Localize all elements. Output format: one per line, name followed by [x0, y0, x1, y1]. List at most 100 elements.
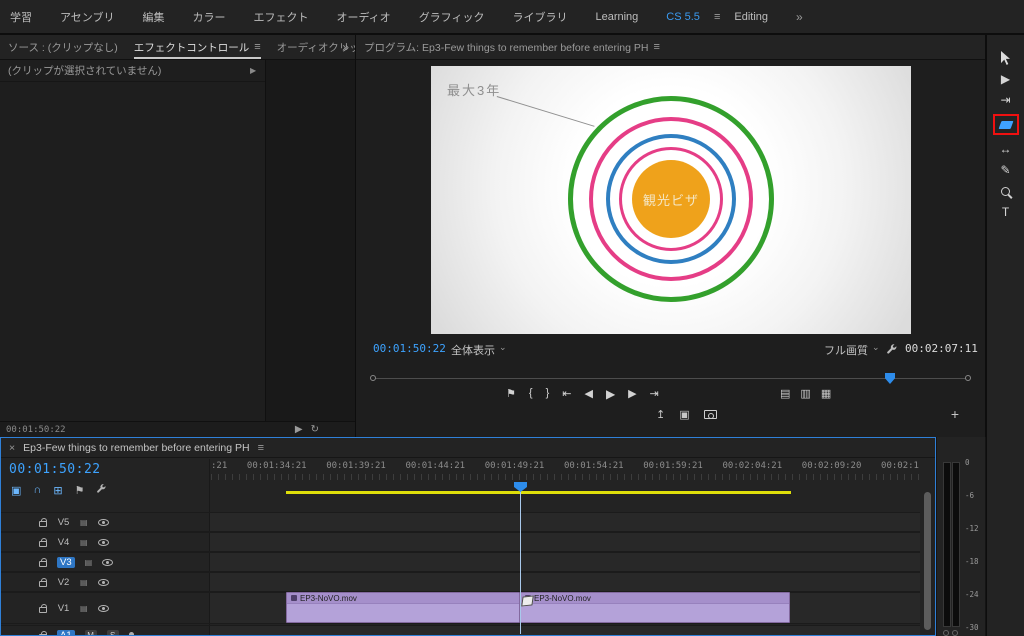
panel-menu-icon[interactable]: ≡ [254, 41, 260, 53]
razor-tool[interactable] [998, 118, 1013, 132]
step-forward-button[interactable]: ▶ [628, 387, 636, 401]
track-row-v2[interactable]: V2 ▤ [1, 572, 920, 592]
sync-lock-icon[interactable]: ▤ [80, 578, 88, 587]
workspace-overflow-icon[interactable]: » [796, 10, 803, 24]
sync-lock-icon[interactable]: ▤ [80, 518, 88, 527]
tab-overflow-icon[interactable]: » [342, 40, 349, 54]
timeline-vertical-scrollbar[interactable] [924, 492, 931, 630]
panel-menu-icon[interactable]: ≡ [258, 442, 264, 454]
export-frame-camera-icon[interactable] [703, 410, 717, 419]
track-row-v3[interactable]: V3 ▤ [1, 552, 920, 572]
track-select-forward-tool[interactable]: ▶ [1001, 72, 1010, 86]
workspace-tab-learning[interactable]: Learning [595, 11, 638, 23]
track-label-a1-targeted[interactable]: A1 [57, 629, 75, 635]
track-row-v4[interactable]: V4 ▤ [1, 532, 920, 552]
mark-out-button[interactable]: } [546, 387, 550, 401]
voiceover-mic-icon[interactable] [128, 632, 134, 635]
linked-selection-icon[interactable]: ⊞ [53, 484, 62, 497]
zoom-handle-left[interactable] [370, 375, 376, 381]
workspace-tab-audio[interactable]: オーディオ [336, 9, 390, 25]
type-tool[interactable]: T [1002, 205, 1009, 219]
timeline-playhead-line[interactable] [520, 482, 521, 634]
mark-in-button[interactable]: { [529, 387, 533, 401]
pen-tool[interactable]: ✎ [1000, 163, 1010, 177]
zoom-level-select[interactable]: 全体表示 ⌄ [451, 342, 507, 358]
extract-button[interactable]: ▥ [800, 387, 810, 400]
ripple-edit-tool[interactable]: ⇥ [1000, 93, 1010, 107]
export-media-button[interactable]: ↥ [656, 408, 665, 421]
selection-tool[interactable] [1001, 51, 1010, 65]
slip-tool[interactable]: ↔ [1000, 142, 1012, 156]
mute-button[interactable]: M [84, 629, 97, 635]
timeline-settings-wrench-icon[interactable] [96, 483, 107, 497]
track-label-v5[interactable]: V5 [57, 517, 70, 528]
sync-lock-icon[interactable]: ▤ [85, 558, 93, 567]
go-to-in-button[interactable]: ⇤ [562, 387, 571, 401]
track-label-v2[interactable]: V2 [57, 577, 70, 588]
workspace-tab-libraries[interactable]: ライブラリ [512, 9, 567, 25]
timeline-ruler[interactable]: :21 00:01:34:21 00:01:39:21 00:01:44:21 … [211, 461, 919, 473]
workspace-tab-cs55[interactable]: CS 5.5 [666, 11, 700, 23]
track-row-a1[interactable]: A1 M S [1, 625, 920, 635]
close-panel-icon[interactable]: × [9, 442, 15, 454]
program-current-timecode[interactable]: 00:01:50:22 [373, 342, 446, 355]
track-header-v2: V2 ▤ [1, 573, 210, 591]
play-audio-icon[interactable]: ▶ [295, 424, 303, 435]
track-label-v4[interactable]: V4 [57, 537, 70, 548]
zoom-tool[interactable] [1001, 184, 1010, 198]
proxy-toggle-button[interactable]: ▣ [679, 408, 689, 421]
meter-solo-dot[interactable] [952, 630, 958, 636]
workspace-menu-icon[interactable]: ≡ [714, 11, 720, 23]
workspace-tab-assembly[interactable]: アセンブリ [60, 9, 114, 25]
workspace-tab-effects[interactable]: エフェクト [253, 9, 308, 25]
eye-icon[interactable] [97, 578, 109, 586]
meter-mute-dot[interactable] [943, 630, 949, 636]
workspace-tab-graphics[interactable]: グラフィック [419, 9, 485, 25]
workspace-tab-gakushu[interactable]: 学習 [10, 9, 32, 25]
workspace-tab-color[interactable]: カラー [192, 9, 225, 25]
clip-ep3-novo-right[interactable]: EP3-NoVO.mov [520, 592, 790, 623]
loop-icon[interactable]: ↻ [311, 424, 319, 435]
lock-icon[interactable] [39, 557, 47, 567]
snap-toggle-icon[interactable]: ∩ [33, 484, 41, 496]
program-scrubber[interactable] [370, 373, 971, 385]
program-video-frame[interactable]: 最大3年 観光ビザ [431, 66, 911, 334]
track-label-v3-targeted[interactable]: V3 [57, 556, 75, 568]
sync-lock-icon[interactable]: ▤ [80, 538, 88, 547]
add-marker-icon[interactable]: ⚑ [75, 484, 85, 497]
multicam-button[interactable]: ▦ [821, 387, 831, 400]
lock-icon[interactable] [39, 537, 47, 547]
program-playhead[interactable] [885, 373, 895, 384]
step-back-button[interactable]: ◀ [584, 387, 592, 401]
track-label-v1[interactable]: V1 [57, 603, 70, 614]
sequence-tab[interactable]: Ep3-Few things to remember before enteri… [23, 442, 249, 454]
panel-menu-icon[interactable]: ≡ [653, 41, 659, 53]
chevron-right-icon[interactable]: ▶ [250, 66, 256, 75]
workspace-tab-edit[interactable]: 編集 [142, 9, 164, 25]
nest-toggle-icon[interactable]: ▣ [11, 484, 21, 497]
eye-icon[interactable] [102, 558, 114, 566]
clip-ep3-novo-left[interactable]: EP3-NoVO.mov [286, 592, 520, 623]
add-marker-button[interactable]: ⚑ [506, 387, 516, 401]
lock-icon[interactable] [39, 577, 47, 587]
solo-button[interactable]: S [106, 629, 119, 635]
sequence-timecode[interactable]: 00:01:50:22 [9, 462, 101, 477]
play-button[interactable]: ▶ [606, 387, 615, 401]
sync-lock-icon[interactable]: ▤ [80, 604, 88, 613]
eye-icon[interactable] [97, 538, 109, 546]
lock-icon[interactable] [39, 517, 47, 527]
lift-button[interactable]: ▤ [780, 387, 790, 400]
tab-source-monitor[interactable]: ソース : (クリップなし) [8, 35, 118, 59]
workspace-tab-editing[interactable]: Editing [734, 11, 768, 23]
button-editor-plus[interactable]: + [951, 406, 959, 422]
go-to-out-button[interactable]: ⇥ [650, 387, 659, 401]
track-row-v5[interactable]: V5 ▤ [1, 512, 920, 532]
playback-quality-select[interactable]: フル画質 ⌄ [824, 342, 880, 358]
lock-icon[interactable] [39, 603, 47, 613]
program-tab[interactable]: プログラム: Ep3-Few things to remember before… [364, 35, 660, 59]
eye-icon[interactable] [97, 604, 109, 612]
settings-wrench-icon[interactable] [886, 343, 898, 358]
eye-icon[interactable] [97, 518, 109, 526]
tab-effect-controls[interactable]: エフェクトコントロール ≡ [134, 35, 261, 59]
zoom-handle-right[interactable] [965, 375, 971, 381]
